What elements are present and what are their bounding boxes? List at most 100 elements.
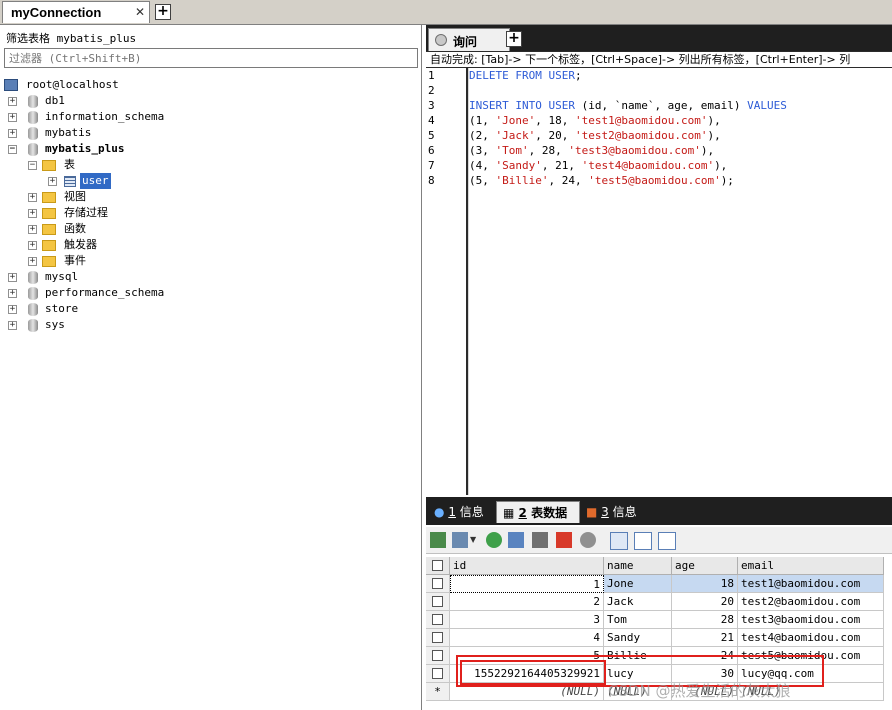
table-user[interactable]: + user [48,173,348,189]
collapse-icon[interactable]: − [8,145,17,154]
tab-messages-1[interactable]: ● 1 信息 [430,501,500,523]
folder-tables[interactable]: − 表 [28,157,328,173]
sql-number: 4 [475,159,483,172]
chevron-down-icon[interactable]: ▼ [470,532,478,548]
select-all-cell[interactable] [426,557,450,575]
cell-id[interactable]: 2 [450,593,604,611]
duplicate-row-icon[interactable] [508,532,524,548]
expand-icon[interactable]: + [8,97,17,106]
cancel-icon[interactable] [580,532,596,548]
table-row[interactable]: 4 Sandy 21 test4@baomidou.com [426,629,886,647]
expand-icon[interactable]: + [8,289,17,298]
db-node-db1[interactable]: + db1 [8,93,308,109]
row-selector[interactable] [426,647,450,665]
expand-icon[interactable]: + [8,129,17,138]
cell-email[interactable]: test1@baomidou.com [738,575,884,593]
column-header-email[interactable]: email [738,557,884,575]
new-connection-button[interactable]: + [155,4,171,20]
folder-events[interactable]: + 事件 [28,253,328,269]
row-checkbox[interactable] [432,668,443,679]
tab-messages-3[interactable]: ■ 3 信息 [582,501,652,523]
table-row[interactable]: 3 Tom 28 test3@baomidou.com [426,611,886,629]
code-line: INSERT INTO USER (id, `name`, age, email… [469,98,892,113]
filter-label: 筛选表格 mybatis_plus [6,32,137,45]
export-icon[interactable] [430,532,446,548]
column-header-name[interactable]: name [604,557,672,575]
tab-table-data[interactable]: ▦ 2 表数据 [496,501,580,523]
expand-icon[interactable]: + [28,257,37,266]
table-row[interactable]: 1 Jone 18 test1@baomidou.com [426,575,886,593]
db-node-mybatis[interactable]: + mybatis [8,125,308,141]
cell-id[interactable]: 3 [450,611,604,629]
tab-number: 3 [601,505,609,519]
expand-icon[interactable]: + [8,305,17,314]
column-header-id[interactable]: id [450,557,604,575]
cell-name[interactable]: Jack [604,593,672,611]
folder-triggers[interactable]: + 触发器 [28,237,328,253]
cell-name[interactable]: Jone [604,575,672,593]
cell-age[interactable]: 20 [672,593,738,611]
db-node-store[interactable]: + store [8,301,308,317]
folder-procedures[interactable]: + 存储过程 [28,205,328,221]
row-checkbox[interactable] [432,650,443,661]
expand-icon[interactable]: + [28,225,37,234]
blocks-icon: ■ [586,505,598,519]
connection-tab[interactable]: myConnection ✕ [2,1,150,23]
row-selector[interactable] [426,575,450,593]
row-checkbox[interactable] [432,632,443,643]
db-node-information-schema[interactable]: + information_schema [8,109,308,125]
cell-id[interactable]: 1 [450,575,604,593]
cell-age[interactable]: 28 [672,611,738,629]
db-node-sys[interactable]: + sys [8,317,308,333]
expand-icon[interactable]: + [8,113,17,122]
sql-number: 24 [561,174,575,187]
new-row-marker: * [426,683,450,701]
cell-email[interactable]: test3@baomidou.com [738,611,884,629]
connection-tab-bar: myConnection ✕ + [0,0,892,25]
sql-number: 21 [555,159,569,172]
cell-email[interactable]: test4@baomidou.com [738,629,884,647]
new-query-button[interactable]: + [506,31,522,47]
db-node-mybatis-plus[interactable]: − mybatis_plus [8,141,308,157]
expand-icon[interactable]: + [48,177,57,186]
database-icon [28,319,38,332]
expand-icon[interactable]: + [28,241,37,250]
tab-query[interactable]: 询问 [428,28,510,51]
row-checkbox[interactable] [432,578,443,589]
row-selector[interactable] [426,665,450,683]
select-all-checkbox[interactable] [432,560,443,571]
save-icon[interactable] [532,532,548,548]
cell-email[interactable]: test2@baomidou.com [738,593,884,611]
filter-input[interactable] [4,48,418,68]
row-checkbox[interactable] [432,614,443,625]
db-node-performance-schema[interactable]: + performance_schema [8,285,308,301]
table-row[interactable]: 2 Jack 20 test2@baomidou.com [426,593,886,611]
close-icon[interactable]: ✕ [135,5,145,19]
import-icon[interactable] [452,532,468,548]
collapse-icon[interactable]: − [28,161,37,170]
cell-id[interactable]: 4 [450,629,604,647]
expand-icon[interactable]: + [28,209,37,218]
sql-editor[interactable]: DELETE FROM USER; INSERT INTO USER (id, … [468,68,892,495]
expand-icon[interactable]: + [8,321,17,330]
row-checkbox[interactable] [432,596,443,607]
folder-views[interactable]: + 视图 [28,189,328,205]
grid-view-icon[interactable] [610,532,628,550]
sql-text: ), [707,114,721,127]
cell-name[interactable]: Sandy [604,629,672,647]
expand-icon[interactable]: + [28,193,37,202]
cell-age[interactable]: 21 [672,629,738,647]
folder-functions[interactable]: + 函数 [28,221,328,237]
column-header-age[interactable]: age [672,557,738,575]
text-view-icon[interactable] [658,532,676,550]
row-selector[interactable] [426,611,450,629]
delete-icon[interactable] [556,532,572,548]
cell-name[interactable]: Tom [604,611,672,629]
expand-icon[interactable]: + [8,273,17,282]
form-view-icon[interactable] [634,532,652,550]
db-node-mysql[interactable]: + mysql [8,269,308,285]
cell-age[interactable]: 18 [672,575,738,593]
row-selector[interactable] [426,593,450,611]
row-selector[interactable] [426,629,450,647]
add-row-icon[interactable] [486,532,502,548]
